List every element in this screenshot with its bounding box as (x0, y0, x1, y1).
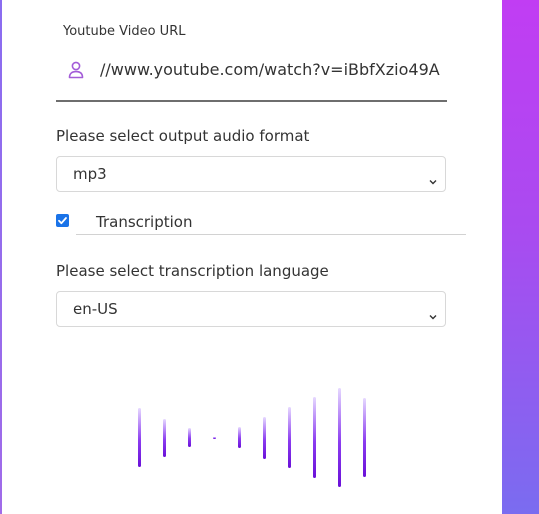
transcription-underline (76, 234, 466, 235)
check-icon (58, 217, 67, 225)
transcription-language-selected: en-US (73, 300, 118, 318)
wave-bar (138, 408, 141, 467)
chevron-down-icon (429, 171, 437, 185)
transcription-checkbox[interactable] (56, 214, 69, 227)
transcription-language-select[interactable]: en-US (56, 291, 446, 327)
user-icon (68, 61, 84, 79)
wave-bar (213, 437, 216, 439)
url-input-value[interactable]: //www.youtube.com/watch?v=iBbfXzio49A (100, 60, 440, 79)
transcription-label: Transcription (96, 213, 193, 231)
transcription-language-label: Please select transcription language (56, 262, 329, 280)
wave-bar (363, 398, 366, 477)
url-field-label: Youtube Video URL (63, 24, 186, 39)
wave-bar (288, 407, 291, 468)
wave-bar (338, 388, 341, 487)
wave-bar (163, 419, 166, 457)
chevron-down-icon (429, 306, 437, 320)
wave-bar (263, 417, 266, 459)
audio-format-selected: mp3 (73, 165, 107, 183)
wave-bar (188, 428, 191, 447)
background-gradient-panel (502, 0, 539, 514)
wave-bar (238, 427, 241, 448)
audio-format-select[interactable]: mp3 (56, 156, 446, 192)
url-field[interactable]: //www.youtube.com/watch?v=iBbfXzio49A (56, 52, 447, 102)
wave-bar (313, 397, 316, 478)
audio-format-label: Please select output audio format (56, 127, 310, 145)
